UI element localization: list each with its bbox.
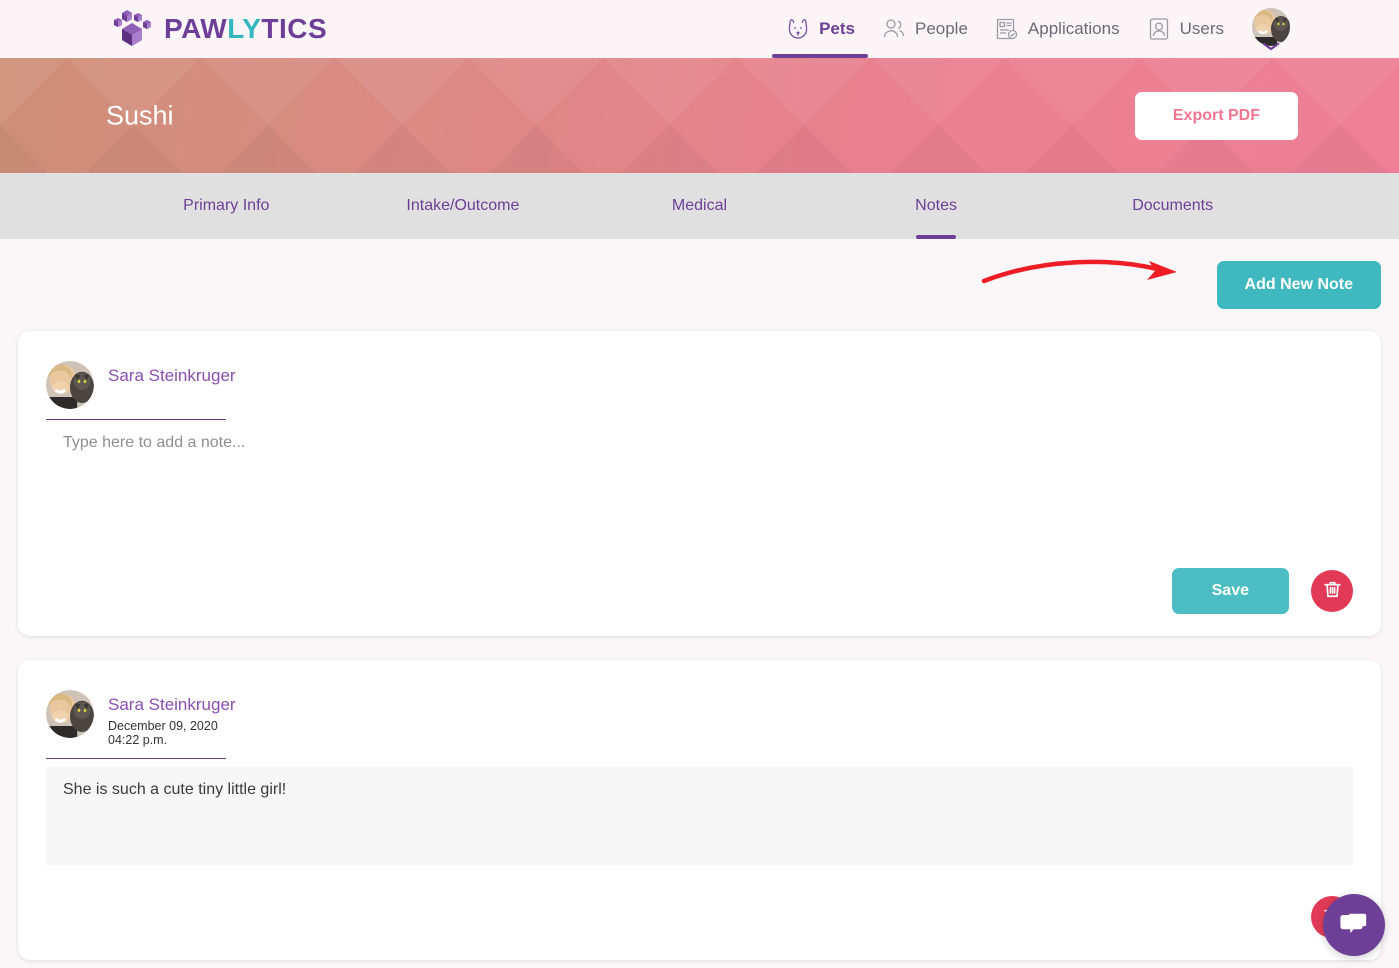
export-pdf-button[interactable]: Export PDF (1134, 91, 1298, 140)
nav-label-pets: Pets (819, 19, 855, 38)
page-title: Sushi (106, 100, 174, 130)
tab-intake-outcome[interactable]: Intake/Outcome (345, 173, 582, 239)
top-navigation-bar: PAWLYTICS Pets People Applications Users (0, 0, 1399, 58)
chevron-down-icon[interactable] (1261, 38, 1281, 56)
new-note-card: Sara Steinkruger Save (18, 331, 1381, 636)
chat-bubbles-icon (1338, 909, 1370, 942)
paw-print-cube-logo (110, 9, 158, 49)
nav-label-users: Users (1179, 19, 1224, 38)
note-meta: Sara Steinkruger (108, 361, 236, 386)
note-text-readonly[interactable] (46, 766, 1353, 865)
app-logo[interactable]: PAWLYTICS (110, 9, 327, 49)
two-people-icon (881, 16, 907, 42)
note-divider (46, 757, 226, 759)
logo-text-paw: PAW (164, 13, 228, 44)
logo-text-tics: TICS (261, 13, 328, 44)
note-header: Sara Steinkruger (46, 361, 1353, 409)
note-meta: Sara Steinkruger December 09, 2020 04:22… (108, 690, 236, 748)
delete-note-button[interactable] (1311, 570, 1353, 612)
nav-label-people: People (914, 19, 968, 38)
user-avatar-photo (46, 690, 94, 738)
tab-notes[interactable]: Notes (818, 173, 1055, 239)
trash-icon (1322, 579, 1343, 603)
nav-item-users[interactable]: Users (1133, 0, 1237, 58)
account-menu[interactable] (1251, 0, 1291, 58)
nav-label-applications: Applications (1027, 19, 1120, 38)
note-author-name: Sara Steinkruger (108, 366, 236, 385)
curved-arrow-annotation (981, 253, 1191, 298)
dog-face-icon (785, 16, 811, 42)
logo-wordmark: PAWLYTICS (164, 13, 327, 45)
nav-item-people[interactable]: People (868, 0, 981, 58)
tab-medical[interactable]: Medical (581, 173, 818, 239)
note-card-actions: Save (1171, 568, 1353, 614)
pet-header-banner: Sushi Export PDF (0, 58, 1399, 173)
note-header: Sara Steinkruger December 09, 2020 04:22… (46, 690, 1353, 748)
user-avatar-photo (46, 361, 94, 409)
nav-item-pets[interactable]: Pets (772, 0, 868, 58)
add-new-note-button[interactable]: Add New Note (1216, 261, 1381, 309)
notes-content-area: Add New Note Sara Steinkruger Type here … (0, 239, 1399, 960)
note-time: 04:22 p.m. (108, 733, 168, 748)
note-text-input[interactable] (46, 420, 1353, 530)
pet-detail-tabs: Primary Info Intake/Outcome Medical Note… (0, 173, 1399, 239)
save-button[interactable]: Save (1171, 568, 1289, 614)
main-nav-links: Pets People Applications Users (772, 0, 1291, 58)
notes-toolbar: Add New Note (18, 239, 1381, 331)
chat-widget-button[interactable] (1323, 894, 1385, 956)
document-check-icon (994, 16, 1020, 42)
nav-item-applications[interactable]: Applications (981, 0, 1133, 58)
user-badge-icon (1146, 16, 1172, 42)
note-author-name: Sara Steinkruger (108, 695, 236, 714)
saved-note-card: Sara Steinkruger December 09, 2020 04:22… (18, 660, 1381, 960)
note-date: December 09, 2020 (108, 719, 218, 733)
tab-documents[interactable]: Documents (1054, 173, 1291, 239)
tab-primary-info[interactable]: Primary Info (108, 173, 345, 239)
logo-text-ly: LY (227, 13, 262, 44)
